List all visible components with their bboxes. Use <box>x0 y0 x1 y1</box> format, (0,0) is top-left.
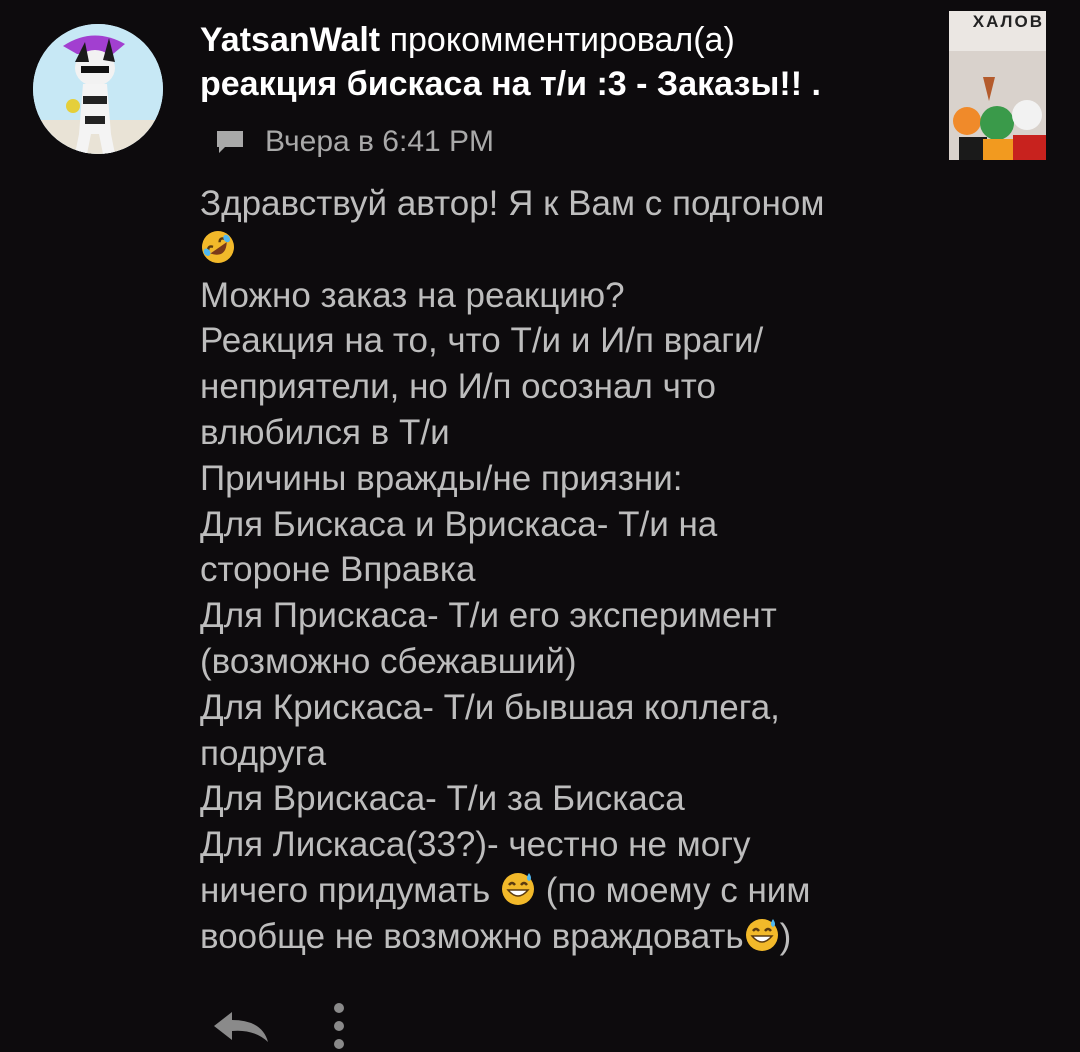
comment-line: Реакция на то, что Т/и и И/п враги/ <box>200 321 764 361</box>
comment-line: Для Лискаса(33?)- честно не могу <box>200 825 751 865</box>
user-avatar[interactable] <box>33 24 163 154</box>
post-thumbnail[interactable]: ХАЛОВ <box>949 11 1046 160</box>
timestamp: Вчера в 6:41 PM <box>265 125 495 158</box>
comment-line: Причины вражды/не приязни: <box>200 458 683 498</box>
comment-body: Здравствуй автор! Я к Вам с подгоном Мож… <box>200 181 960 960</box>
comment-line: Для Бискаса и Врискаса- Т/и на <box>200 504 718 544</box>
comment-line: Для Врискаса- Т/и за Бискаса <box>200 779 685 819</box>
thumbnail-caption: ХАЛОВ <box>972 12 1044 31</box>
more-vertical-icon[interactable] <box>332 1000 346 1052</box>
comment-line: ничего придумать (по моему с ним <box>200 868 960 914</box>
comment-text: вообще не возможно враждовать <box>200 916 744 956</box>
reply-arrow-icon[interactable] <box>210 1006 272 1046</box>
post-title-link[interactable]: реакция бискаса на т/и :3 - Заказы!! . <box>200 62 920 106</box>
comment-line: Для Прискаса- Т/и его эксперимент <box>200 596 777 636</box>
rolling-laughing-emoji-icon <box>202 230 234 263</box>
comment-line: Можно заказ на реакцию? <box>200 275 625 315</box>
grinning-sweat-emoji-icon <box>502 872 535 905</box>
comment-line: Для Крискаса- Т/и бывшая коллега, <box>200 687 780 727</box>
comment-line: подруга <box>200 733 327 773</box>
grinning-sweat-emoji-icon <box>745 918 778 951</box>
thumbnail-image <box>949 11 1046 160</box>
comment-notification[interactable]: YatsanWalt прокомментировал(а) реакция б… <box>0 0 1080 1052</box>
username-link[interactable]: YatsanWalt <box>200 21 380 59</box>
comment-text: (по моему с ним <box>545 870 811 910</box>
comment-line: влюбился в Т/и <box>200 412 450 452</box>
comment-text: ничего придумать <box>200 870 491 910</box>
comment-emoji-line <box>200 227 960 273</box>
notification-header: YatsanWalt прокомментировал(а) реакция б… <box>200 18 920 106</box>
comment-line: вообще не возможно враждовать ) <box>200 914 960 960</box>
comment-line: Здравствуй автор! Я к Вам с подгоном <box>200 184 825 223</box>
comment-actions <box>210 1000 346 1052</box>
comment-meta: Вчера в 6:41 PM <box>215 122 494 162</box>
action-text: прокомментировал(а) <box>389 21 735 59</box>
comment-text: ) <box>779 916 792 956</box>
chat-bubble-icon <box>217 131 243 153</box>
avatar-image <box>33 24 163 154</box>
comment-line: стороне Вправка <box>200 550 476 590</box>
comment-line: (возможно сбежавший) <box>200 641 577 681</box>
comment-line: неприятели, но И/п осознал что <box>200 367 716 407</box>
